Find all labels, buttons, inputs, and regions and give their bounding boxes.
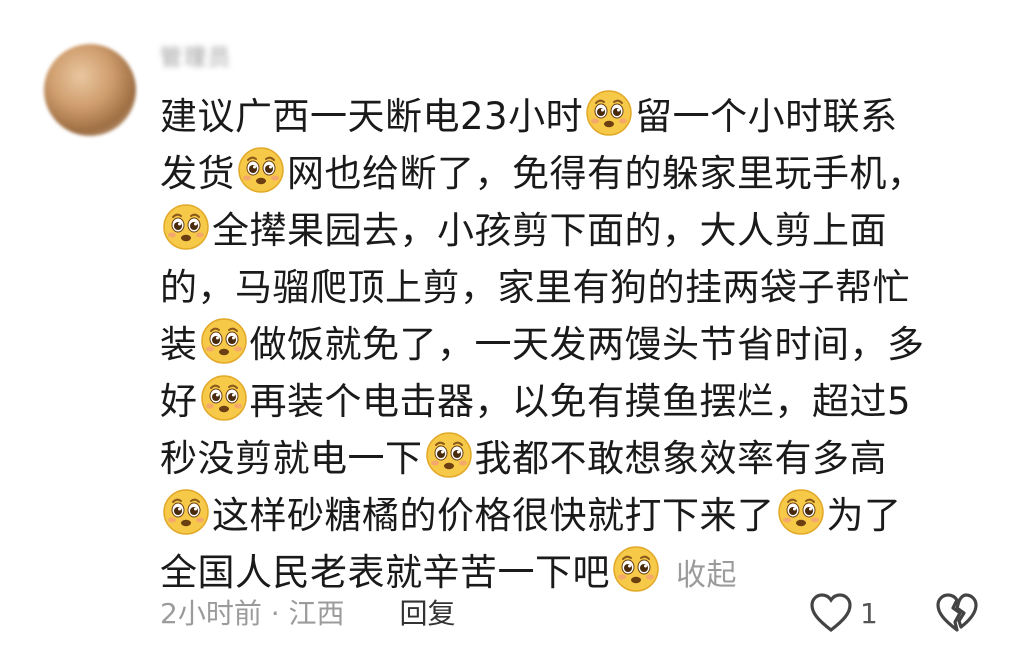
pleading-face-icon (237, 146, 285, 194)
comment-text: 全国人民老表就辛苦一下吧 (160, 551, 610, 594)
comment-line: 秒没剪就电一下 我都不敢想象效率有多高 (160, 430, 960, 487)
like-count: 1 (860, 596, 878, 630)
comment-body: 建议广西一天断电23小时 留一个小时联系发货 网也给断了，免得有的躲家里玩手机， 全撵… (160, 88, 960, 601)
comment-location: 江西 (288, 597, 345, 630)
comment-text: 再装个电击器，以免有摸鱼摆烂，超过5 (249, 380, 912, 423)
pleading-face-icon (425, 431, 473, 479)
comment-line: 发货 网也给断了，免得有的躲家里玩手机， (160, 145, 960, 202)
comment-text: 我都不敢想象效率有多高 (474, 437, 887, 480)
like-button[interactable]: 1 (808, 592, 878, 634)
pleading-face-icon (162, 203, 210, 251)
comment-text: 为了 (826, 494, 902, 537)
comment-line: 好 再装个电击器，以免有摸鱼摆烂，超过5 (160, 373, 960, 430)
comment-line: 装 做饭就免了，一天发两馒头节省时间，多 (160, 316, 960, 373)
comment-line: 的，马骝爬顶上剪，家里有狗的挂两袋子帮忙 (160, 259, 960, 316)
pleading-face-icon (777, 488, 825, 536)
comment-text: 的，马骝爬顶上剪，家里有狗的挂两袋子帮忙 (160, 266, 910, 309)
heart-icon (808, 592, 854, 634)
comment-meta: 2小时前 · 江西 回复 (160, 592, 455, 632)
comment-text: 发货 (160, 152, 235, 195)
pleading-face-icon (585, 89, 633, 137)
dislike-button[interactable] (934, 592, 980, 634)
comment-line: 建议广西一天断电23小时 留一个小时联系 (160, 88, 960, 145)
comment-text: 这样砂糖橘的价格很快就打下来了 (212, 494, 775, 537)
comment-text: 网也给断了，免得有的躲家里玩手机， (287, 152, 925, 195)
pleading-face-icon (200, 317, 248, 365)
comment-text: 建议广西一天断电23小时 (160, 95, 584, 138)
comment-text: 全撵果园去，小孩剪下面的，大人剪上面 (212, 209, 887, 252)
pleading-face-icon (612, 545, 660, 593)
meta-separator: · (270, 597, 280, 630)
pleading-face-icon (200, 374, 248, 422)
comment-text: 做饭就免了，一天发两馒头节省时间，多 (249, 323, 925, 366)
broken-heart-icon (934, 592, 980, 634)
comment-text: 装 (160, 323, 198, 366)
collapse-button[interactable]: 收起 (676, 558, 737, 593)
comment-text: 留一个小时联系 (635, 95, 898, 138)
username[interactable]: 管理员 (160, 40, 260, 71)
comment-text: 秒没剪就电一下 (160, 437, 423, 480)
reply-button[interactable]: 回复 (399, 597, 455, 630)
comment-text: 好 (160, 380, 198, 423)
pleading-face-icon (162, 488, 210, 536)
comment-line: 这样砂糖橘的价格很快就打下来了 为了 (160, 487, 960, 544)
comment-line: 全撵果园去，小孩剪下面的，大人剪上面 (160, 202, 960, 259)
comment-time: 2小时前 (160, 597, 262, 630)
avatar[interactable] (44, 44, 136, 136)
